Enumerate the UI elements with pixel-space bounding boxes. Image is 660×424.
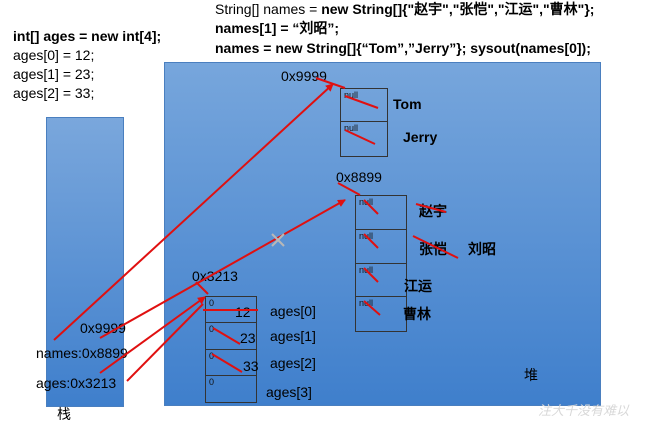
pointer-0x3213 (195, 281, 209, 295)
strike-ages-2 (211, 353, 243, 373)
strike-null-jerry (344, 129, 376, 145)
strike-null-names-1 (363, 233, 379, 249)
strike-null-names-3 (363, 300, 381, 316)
strike-null-names-0 (363, 199, 379, 215)
strike-null-names-2 (363, 267, 379, 283)
strike-ages-1 (212, 327, 241, 345)
watermark: 注大千没有难以 (538, 403, 630, 418)
strike-names-0-value (415, 203, 447, 213)
arrow-names-to-0x8899 (99, 199, 346, 339)
pointer-0x8899 (337, 182, 361, 196)
arrow-new-names-to-0x9999 (53, 83, 334, 341)
strike-zhang-kai (412, 235, 459, 259)
strike-null-tom (344, 95, 379, 109)
reference-arrows (53, 77, 459, 382)
